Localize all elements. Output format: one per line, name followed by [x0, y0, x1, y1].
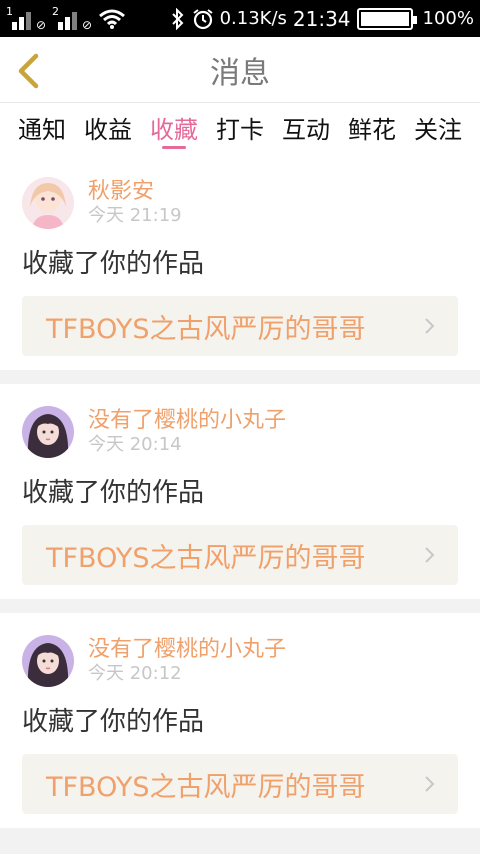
- list-item: 没有了樱桃的小丸子 今天 20:12 收藏了你的作品 TFBOYS之古风严厉的哥…: [0, 613, 480, 828]
- chevron-right-icon: [425, 776, 435, 792]
- avatar[interactable]: [22, 177, 74, 229]
- username[interactable]: 没有了樱桃的小丸子: [88, 408, 286, 434]
- username[interactable]: 秋影安: [88, 179, 182, 205]
- action-text: 收藏了你的作品: [22, 249, 205, 279]
- user-row[interactable]: 没有了樱桃的小丸子 今天 20:12: [22, 635, 458, 687]
- favorites-list: 秋影安 今天 21:19 收藏了你的作品 TFBOYS之古风严厉的哥哥 没有了樱…: [0, 151, 480, 828]
- status-bar-right: 0.13K/s 21:34 100%: [170, 7, 474, 31]
- timestamp: 今天 21:19: [88, 205, 182, 226]
- avatar[interactable]: [22, 635, 74, 687]
- tab-bar: 通知 收益 收藏 打卡 互动 鲜花 关注: [0, 103, 480, 151]
- battery-icon: [356, 7, 417, 30]
- chevron-right-icon: [425, 318, 435, 334]
- work-title: TFBOYS之古风严厉的哥哥: [46, 771, 366, 803]
- page-title: 消息: [210, 55, 270, 91]
- user-row[interactable]: 秋影安 今天 21:19: [22, 177, 458, 229]
- tab-flowers[interactable]: 鲜花: [348, 103, 396, 151]
- network-speed: 0.13K/s: [219, 8, 287, 29]
- tab-checkin[interactable]: 打卡: [216, 103, 264, 151]
- tab-notice[interactable]: 通知: [18, 103, 66, 151]
- tab-follow[interactable]: 关注: [414, 103, 462, 151]
- timestamp: 今天 20:12: [88, 663, 182, 684]
- signal-icon-sim1: 1 ⊘: [6, 4, 46, 32]
- username[interactable]: 没有了樱桃的小丸子: [88, 637, 286, 663]
- list-item: 秋影安 今天 21:19 收藏了你的作品 TFBOYS之古风严厉的哥哥: [0, 151, 480, 370]
- signal-icon-sim2: 2 ⊘: [52, 4, 92, 32]
- status-bar-left: 1 ⊘ 2 ⊘: [6, 4, 126, 32]
- tab-earnings[interactable]: 收益: [84, 103, 132, 151]
- wifi-icon: [99, 9, 125, 29]
- timestamp: 今天 20:14: [88, 434, 182, 455]
- clock: 21:34: [292, 6, 351, 31]
- action-text: 收藏了你的作品: [22, 478, 205, 508]
- sim1-label: 1: [6, 4, 13, 18]
- avatar[interactable]: [22, 406, 74, 458]
- list-item: 没有了樱桃的小丸子 今天 20:14 收藏了你的作品 TFBOYS之古风严厉的哥…: [0, 384, 480, 599]
- header: 消息: [0, 37, 480, 103]
- work-title: TFBOYS之古风严厉的哥哥: [46, 313, 366, 345]
- chevron-right-icon: [425, 547, 435, 563]
- work-link[interactable]: TFBOYS之古风严厉的哥哥: [22, 525, 458, 585]
- tab-favorites[interactable]: 收藏: [150, 103, 198, 151]
- sim2-label: 2: [52, 4, 59, 18]
- work-link[interactable]: TFBOYS之古风严厉的哥哥: [22, 296, 458, 356]
- bluetooth-icon: [171, 7, 183, 30]
- battery-percent: 100%: [422, 8, 474, 29]
- action-text: 收藏了你的作品: [22, 707, 205, 737]
- alarm-icon: [192, 8, 213, 29]
- status-bar: 1 ⊘ 2 ⊘ 0.13K/s 21:34 100%: [0, 0, 480, 37]
- work-title: TFBOYS之古风严厉的哥哥: [46, 542, 366, 574]
- work-link[interactable]: TFBOYS之古风严厉的哥哥: [22, 754, 458, 814]
- tab-interaction[interactable]: 互动: [282, 103, 330, 151]
- user-row[interactable]: 没有了樱桃的小丸子 今天 20:14: [22, 406, 458, 458]
- back-arrow-icon[interactable]: [14, 52, 44, 90]
